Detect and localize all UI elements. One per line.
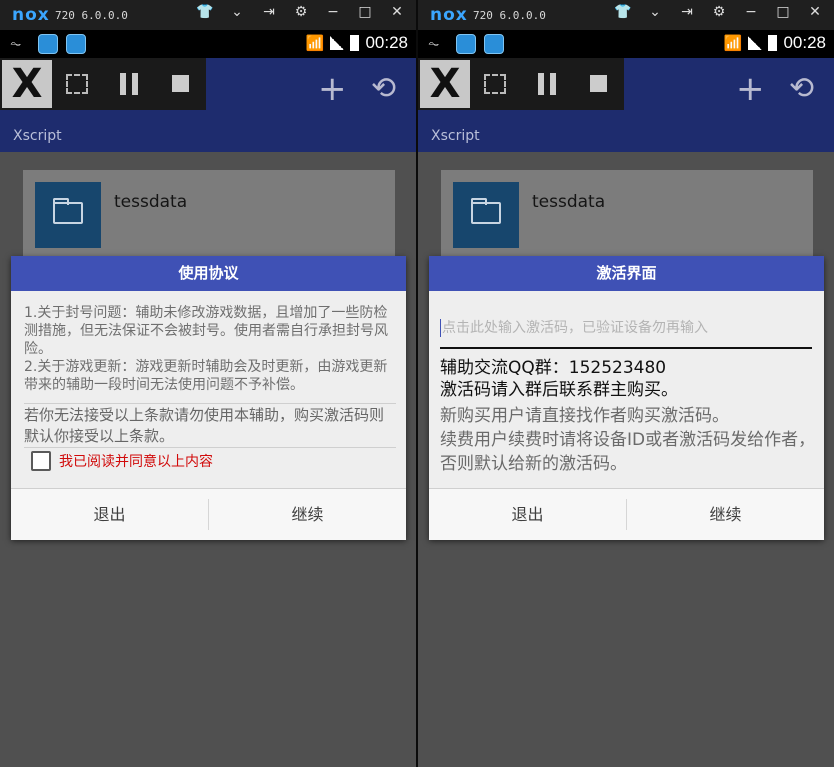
activation-code-input[interactable]: 点击此处输入激活码，已验证设备勿再输入	[440, 311, 812, 349]
add-icon[interactable]: +	[318, 72, 347, 106]
emulator-window-left: nox 720 6.0.0.0 👕 ⌄ ⇥ ⚙ − □ ✕ ⏦ 📶 00:28 …	[0, 0, 416, 767]
battery-icon	[350, 35, 360, 51]
chevron-down-icon[interactable]: ⌄	[228, 4, 246, 20]
app-title: Xscript	[13, 128, 62, 144]
nox-logo: nox	[12, 5, 50, 25]
app-notification-icon	[66, 34, 86, 54]
agree-checkbox-row[interactable]: 我已阅读并同意以上内容	[31, 451, 213, 471]
emulator-window-right: nox 720 6.0.0.0 👕 ⌄ ⇥ ⚙ − □ ✕ ⏦ 📶 00:28 …	[418, 0, 834, 767]
close-script-icon[interactable]: X	[420, 60, 470, 108]
close-icon[interactable]: ✕	[388, 4, 406, 20]
dialog-buttons: 退出 继续	[11, 488, 406, 540]
agreement-para-1: 1.关于封号问题：辅助未修改游戏数据，且增加了一些防检测措施，但无法保证不会被封…	[24, 305, 388, 357]
agree-checkbox[interactable]	[31, 451, 51, 471]
emulator-title-bar: nox 720 6.0.0.0 👕 ⌄ ⇥ ⚙ − □ ✕	[0, 0, 416, 30]
app-notification-icon	[38, 34, 58, 54]
script-toolbar: X	[418, 58, 624, 110]
emulator-title-bar: nox 720 6.0.0.0 👕 ⌄ ⇥ ⚙ − □ ✕	[418, 0, 834, 30]
agreement-text: 1.关于封号问题：辅助未修改游戏数据，且增加了一些防检测措施，但无法保证不会被封…	[24, 304, 396, 394]
gear-icon[interactable]: ⚙	[292, 4, 310, 20]
folder-name: tessdata	[532, 192, 606, 212]
battery-icon	[768, 35, 778, 51]
pause-icon[interactable]	[120, 73, 138, 95]
exit-button[interactable]: 退出	[11, 489, 208, 540]
add-icon[interactable]: +	[736, 72, 765, 106]
chevron-down-icon[interactable]: ⌄	[646, 4, 664, 20]
folder-icon	[53, 198, 83, 224]
exit-button[interactable]: 退出	[429, 489, 626, 540]
app-notification-icon	[456, 34, 476, 54]
script-toolbar: X	[0, 58, 206, 110]
refresh-icon[interactable]: ⟲	[371, 72, 396, 106]
stop-icon[interactable]	[590, 75, 607, 92]
maximize-icon[interactable]: □	[774, 4, 792, 20]
dialog-title: 使用协议	[11, 256, 406, 291]
qq-group-line: 辅助交流QQ群：152523480	[440, 358, 667, 378]
android-status-bar: ⏦ 📶 00:28	[0, 30, 416, 58]
status-clock: 00:28	[783, 33, 826, 52]
pin-icon[interactable]: ⇥	[260, 4, 278, 20]
divider	[24, 447, 396, 448]
text-cursor	[440, 319, 441, 337]
wifi-icon: 📶	[305, 34, 325, 52]
continue-button[interactable]: 继续	[627, 489, 824, 540]
dialog-buttons: 退出 继续	[429, 488, 824, 540]
activation-dialog: 激活界面 点击此处输入激活码，已验证设备勿再输入 辅助交流QQ群：1525234…	[429, 256, 824, 540]
emulator-version: 720 6.0.0.0	[473, 9, 546, 22]
close-script-icon[interactable]: X	[2, 60, 52, 108]
signal-icon	[748, 36, 763, 50]
app-bar: X + ⟲ Xscript	[418, 58, 834, 152]
signal-icon	[330, 36, 345, 50]
folder-name: tessdata	[114, 192, 188, 212]
dialog-body: 1.关于封号问题：辅助未修改游戏数据，且增加了一些防检测措施，但无法保证不会被封…	[11, 291, 406, 488]
app-bar: X + ⟲ Xscript	[0, 58, 416, 152]
emulator-version: 720 6.0.0.0	[55, 9, 128, 22]
dialog-title: 激活界面	[429, 256, 824, 291]
app-notification-icon	[484, 34, 504, 54]
folder-card[interactable]: tessdata	[23, 170, 395, 260]
gear-icon[interactable]: ⚙	[710, 4, 728, 20]
status-clock: 00:28	[365, 33, 408, 52]
dialog-body: 点击此处输入激活码，已验证设备勿再输入 辅助交流QQ群：152523480 激活…	[429, 291, 824, 488]
stop-icon[interactable]	[172, 75, 189, 92]
renewal-info: 新购买用户请直接找作者购买激活码。 续费用户续费时请将设备ID或者激活码发给作者…	[440, 404, 816, 476]
wifi-icon: 📶	[723, 34, 743, 52]
folder-tile	[453, 182, 519, 248]
refresh-icon[interactable]: ⟲	[789, 72, 814, 106]
pin-icon[interactable]: ⇥	[678, 4, 696, 20]
continue-button[interactable]: 继续	[209, 489, 406, 540]
divider	[24, 403, 396, 404]
app-title: Xscript	[431, 128, 480, 144]
fullscreen-icon[interactable]	[484, 74, 506, 94]
close-icon[interactable]: ✕	[806, 4, 824, 20]
minimize-icon[interactable]: −	[742, 4, 760, 20]
agreement-warning: 若你无法接受以上条款请勿使用本辅助，购买激活码则默认你接受以上条款。	[24, 406, 385, 445]
purchase-line: 激活码请入群后联系群主购买。	[440, 380, 678, 400]
fullscreen-icon[interactable]	[66, 74, 88, 94]
agreement-para-2: 2.关于游戏更新：游戏更新时辅助会及时更新，由游戏更新带来的辅助一段时间无法使用…	[24, 359, 388, 393]
renewal-user-info: 续费用户续费时请将设备ID或者激活码发给作者，否则默认给新的激活码。	[440, 430, 816, 474]
new-user-info: 新购买用户请直接找作者购买激活码。	[440, 406, 729, 426]
agree-checkbox-label[interactable]: 我已阅读并同意以上内容	[59, 451, 213, 471]
shirt-icon[interactable]: 👕	[614, 4, 632, 20]
pulse-icon: ⏦	[10, 36, 22, 52]
folder-icon	[471, 198, 501, 224]
activation-input-placeholder: 点击此处输入激活码，已验证设备勿再输入	[442, 320, 708, 336]
minimize-icon[interactable]: −	[324, 4, 342, 20]
pause-icon[interactable]	[538, 73, 556, 95]
pulse-icon: ⏦	[428, 36, 440, 52]
android-status-bar: ⏦ 📶 00:28	[418, 30, 834, 58]
agreement-dialog: 使用协议 1.关于封号问题：辅助未修改游戏数据，且增加了一些防检测措施，但无法保…	[11, 256, 406, 540]
qq-group-text: 辅助交流QQ群：152523480 激活码请入群后联系群主购买。	[440, 357, 812, 401]
maximize-icon[interactable]: □	[356, 4, 374, 20]
nox-logo: nox	[430, 5, 468, 25]
folder-tile	[35, 182, 101, 248]
folder-card[interactable]: tessdata	[441, 170, 813, 260]
shirt-icon[interactable]: 👕	[196, 4, 214, 20]
